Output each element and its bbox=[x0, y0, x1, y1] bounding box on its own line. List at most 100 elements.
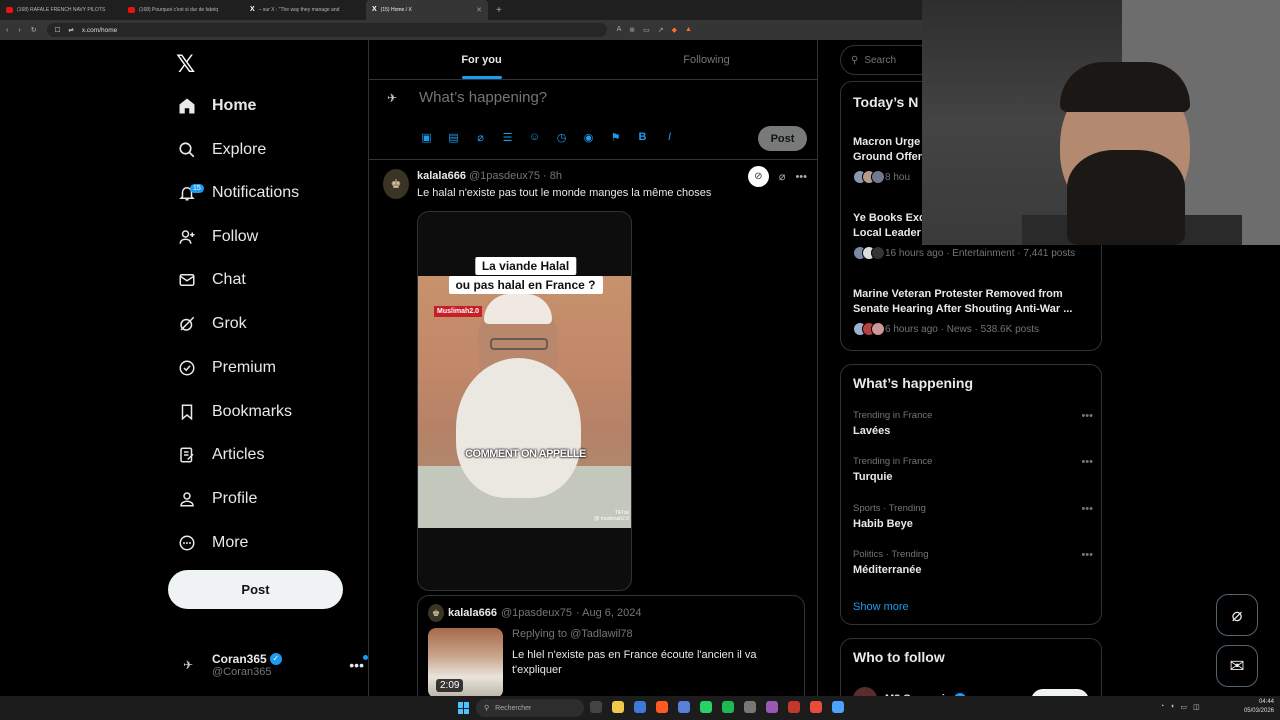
bookmark-page-icon[interactable]: ☐ bbox=[55, 26, 61, 34]
app-icon[interactable] bbox=[678, 701, 690, 713]
sidebar-item-chat[interactable]: Chat bbox=[178, 265, 246, 295]
network-icon[interactable]: ◔ bbox=[1160, 703, 1164, 711]
tweet-author-name[interactable]: kalala666 bbox=[417, 170, 466, 182]
battery-icon[interactable]: ▭ bbox=[1180, 703, 1187, 711]
app-icon[interactable] bbox=[810, 701, 822, 713]
post-button[interactable]: Post bbox=[168, 570, 343, 609]
reload-icon[interactable]: ↻ bbox=[31, 26, 37, 34]
quoted-tweet[interactable]: ♚ kalala666 @1pasdeux75 · Aug 6, 2024 2:… bbox=[417, 595, 805, 696]
grok-icon[interactable]: ⌀ bbox=[473, 131, 488, 144]
brave-icon[interactable] bbox=[656, 701, 668, 713]
share-icon[interactable]: ↗ bbox=[658, 26, 664, 34]
more-options-icon[interactable]: ••• bbox=[1081, 549, 1093, 561]
sidebar-item-label: Home bbox=[212, 97, 257, 114]
replying-to-handle[interactable]: @Tadlawil78 bbox=[570, 628, 633, 640]
emoji-icon[interactable]: ☺ bbox=[527, 131, 542, 144]
avatar[interactable]: ✈ bbox=[387, 91, 397, 105]
app-icon[interactable] bbox=[634, 701, 646, 713]
sidebar-item-label: Articles bbox=[212, 446, 265, 463]
show-more-link[interactable]: Show more bbox=[853, 601, 909, 613]
sidebar-item-more[interactable]: More bbox=[178, 528, 248, 558]
sidebar-item-explore[interactable]: Explore bbox=[178, 135, 266, 165]
zoom-icon[interactable]: ⊕ bbox=[629, 26, 635, 34]
more-options-icon[interactable]: ••• bbox=[1081, 503, 1093, 515]
brave-rewards-icon[interactable]: ▲ bbox=[685, 26, 692, 34]
taskbar-search[interactable]: ⚲ Rechercher bbox=[476, 699, 584, 717]
translate-icon[interactable]: A bbox=[617, 26, 622, 34]
back-icon[interactable]: ‹ bbox=[6, 27, 8, 34]
compose-input[interactable] bbox=[419, 89, 799, 106]
sidebar-item-notifications[interactable]: 15 Notifications bbox=[178, 178, 299, 208]
sidebar-item-bookmarks[interactable]: Bookmarks bbox=[178, 397, 292, 427]
trend-item[interactable]: Trending in France Lavées ••• bbox=[853, 410, 1093, 437]
flag-icon[interactable]: ⚑ bbox=[608, 131, 623, 144]
sidebar-item-premium[interactable]: Premium bbox=[178, 353, 276, 383]
grok-icon[interactable]: ⌀ bbox=[779, 170, 786, 183]
sidebar-item-articles[interactable]: Articles bbox=[178, 440, 264, 470]
location-icon[interactable]: ◉ bbox=[581, 131, 596, 144]
browser-tab[interactable]: (168) Pourquoi c'est si dur de fabriq bbox=[122, 0, 244, 20]
italic-icon[interactable]: I bbox=[662, 131, 677, 144]
browser-tools: A ⊕ ▭ ↗ ◆ ▲ bbox=[617, 26, 692, 34]
avatar[interactable]: ♚ bbox=[383, 169, 409, 199]
sidebar-item-follow[interactable]: Follow bbox=[178, 222, 258, 252]
browser-tab[interactable]: (168) RAFALE FRENCH NAVY PILOTS bbox=[0, 0, 122, 20]
trend-item[interactable]: Politics · Trending Méditerranée ••• bbox=[853, 549, 1093, 576]
notification-tray-icon[interactable]: ◫ bbox=[1193, 703, 1200, 711]
sidebar-item-grok[interactable]: Grok bbox=[178, 309, 247, 339]
taskbar-search-placeholder: Rechercher bbox=[495, 704, 532, 712]
messages-icon[interactable]: ✉ bbox=[1216, 645, 1258, 687]
task-view-icon[interactable] bbox=[590, 701, 602, 713]
more-options-icon[interactable]: ••• bbox=[1081, 456, 1093, 468]
trend-item[interactable]: Sports · Trending Habib Beye ••• bbox=[853, 503, 1093, 530]
video-caption-top: La viande Halal bbox=[474, 257, 577, 275]
poll-icon[interactable]: ☰ bbox=[500, 131, 515, 144]
brave-shield-icon[interactable]: ◆ bbox=[672, 26, 677, 34]
taskbar-clock[interactable]: 04:44 05/03/2026 bbox=[1244, 698, 1274, 716]
whatsapp-icon[interactable] bbox=[700, 701, 712, 713]
tweet[interactable]: ♚ kalala666 @1pasdeux75 · 8h ⊘ ⌀ ••• Le … bbox=[369, 161, 817, 696]
tab-label: (15) Home / X bbox=[380, 7, 412, 13]
news-avatars bbox=[853, 246, 885, 260]
gif-icon[interactable]: ▤ bbox=[446, 131, 461, 144]
file-explorer-icon[interactable] bbox=[612, 701, 624, 713]
x-logo-icon[interactable]: 𝕏 bbox=[176, 50, 195, 79]
trend-item[interactable]: Trending in France Turquie ••• bbox=[853, 456, 1093, 483]
sidebar-item-home[interactable]: Home bbox=[178, 91, 256, 121]
tweet-time[interactable]: · 8h bbox=[543, 170, 562, 182]
new-tab-button[interactable]: + bbox=[488, 5, 510, 16]
site-info-icon[interactable]: ⇌ bbox=[68, 26, 73, 34]
more-options-icon[interactable]: ••• bbox=[1081, 410, 1093, 422]
tweet-video[interactable]: La viande Halal ou pas halal en France ?… bbox=[417, 211, 632, 591]
schedule-icon[interactable]: ◷ bbox=[554, 131, 569, 144]
tweet-author-handle[interactable]: @1pasdeux75 bbox=[469, 170, 540, 182]
block-icon[interactable]: ⊘ bbox=[747, 166, 769, 187]
compose-post-button[interactable]: Post bbox=[758, 126, 807, 151]
tab-for-you[interactable]: For you bbox=[369, 40, 594, 79]
image-icon[interactable]: ▣ bbox=[419, 131, 434, 144]
app-icon[interactable] bbox=[766, 701, 778, 713]
cast-icon[interactable]: ▭ bbox=[643, 26, 650, 34]
browser-tab-active[interactable]: X (15) Home / X ✕ bbox=[366, 0, 488, 20]
windows-start-icon[interactable] bbox=[458, 702, 470, 714]
app-icon[interactable] bbox=[744, 701, 756, 713]
replying-label: Replying to bbox=[512, 628, 568, 640]
account-switcher[interactable]: ✈ Coran365 ✓ @Coran365 ••• bbox=[176, 646, 368, 684]
close-tab-icon[interactable]: ✕ bbox=[476, 6, 482, 14]
spotify-icon[interactable] bbox=[722, 701, 734, 713]
video-frame[interactable]: La viande Halal ou pas halal en France ?… bbox=[418, 257, 631, 528]
app-icon[interactable] bbox=[788, 701, 800, 713]
account-more-icon[interactable]: ••• bbox=[349, 655, 368, 673]
grok-icon[interactable]: ⌀ bbox=[1216, 594, 1258, 636]
news-item[interactable]: Marine Veteran Protester Removed from Se… bbox=[853, 287, 1093, 336]
bold-icon[interactable]: B bbox=[635, 131, 650, 144]
volume-icon[interactable]: ◖ bbox=[1170, 703, 1174, 711]
youtube-icon bbox=[128, 7, 135, 13]
tab-following[interactable]: Following bbox=[594, 40, 817, 79]
url-field[interactable]: ☐ ⇌ x.com/home bbox=[46, 23, 607, 37]
forward-icon[interactable]: › bbox=[18, 27, 20, 34]
sidebar-item-profile[interactable]: Profile bbox=[178, 484, 257, 514]
browser-tab[interactable]: X – sur X : "The way they manage and bbox=[244, 0, 366, 20]
more-options-icon[interactable]: ••• bbox=[795, 171, 807, 183]
app-icon[interactable] bbox=[832, 701, 844, 713]
